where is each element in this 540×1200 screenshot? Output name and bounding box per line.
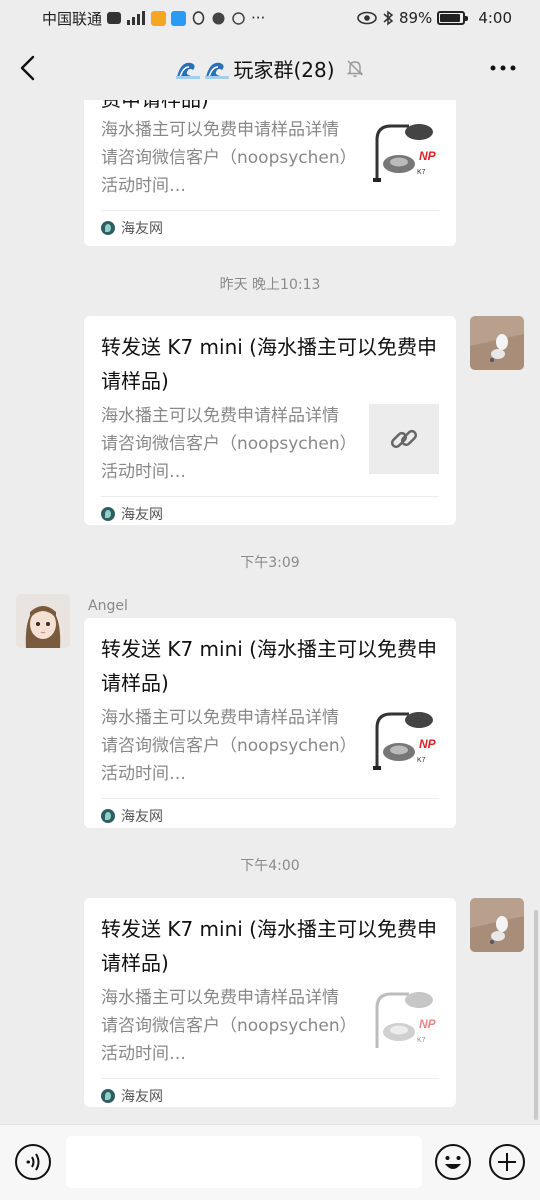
product-thumbnail: NP K7 — [373, 712, 437, 770]
link-card[interactable]: 转发送 K7 mini (海水播主可以免费申请样品) 海水播主可以免费申请样品详… — [84, 618, 456, 828]
model-mark: K7 — [417, 169, 426, 176]
chevron-left-icon[interactable] — [14, 52, 46, 84]
plus-icon[interactable] — [488, 1143, 526, 1181]
product-thumbnail: NP K7 — [375, 992, 437, 1048]
scrollbar[interactable] — [534, 910, 538, 1120]
signal-icon — [127, 11, 146, 25]
battery-icon — [437, 11, 469, 25]
card-footer: 海友网 — [101, 1078, 439, 1112]
my-avatar[interactable] — [470, 316, 524, 370]
app-notify-icon — [151, 10, 167, 26]
battery-percent: 89% — [398, 9, 433, 27]
card-desc: 海水播主可以免费申请样品详情请咨询微信客户（noopsychen）活动时间… — [101, 406, 349, 482]
brand-mark: NP — [419, 1017, 437, 1031]
bell-off-icon — [346, 60, 363, 77]
link-card[interactable]: 费申请样品) 海水播主可以免费申请样品详情请咨询微信客户（noopsychen）… — [84, 100, 456, 246]
voice-icon[interactable] — [14, 1143, 52, 1181]
card-source: 海友网 — [121, 506, 163, 523]
timestamp: 下午4:00 — [240, 858, 300, 874]
card-body: 海水播主可以免费申请样品详情请咨询微信客户（noopsychen）活动时间… N… — [101, 704, 439, 788]
chat-title[interactable]: 玩家群(28) — [175, 54, 364, 83]
clock: 4:00 — [478, 9, 512, 27]
emoji-icon[interactable] — [434, 1143, 472, 1181]
eye-icon — [357, 11, 377, 25]
card-footer: 海友网 — [101, 798, 439, 832]
cube-icon — [212, 12, 225, 24]
carrier-label: 中国联通 — [42, 9, 103, 28]
search-app-icon — [171, 10, 187, 26]
link-thumbnail — [369, 404, 439, 474]
link-card[interactable]: 转发送 K7 mini (海水播主可以免费申请样品) 海水播主可以免费申请样品详… — [84, 316, 456, 525]
source-icon — [101, 220, 115, 235]
model-mark: K7 — [417, 1037, 426, 1044]
wave-emoji-icon — [176, 62, 201, 79]
source-icon — [101, 808, 115, 823]
wave-emoji-icon — [205, 62, 230, 79]
hd-icon — [107, 12, 122, 24]
timestamp: 昨天 晚上10:13 — [219, 277, 321, 293]
my-avatar[interactable] — [470, 898, 524, 952]
chat-title-text: 玩家群(28) — [233, 57, 335, 82]
brand-mark: NP — [419, 737, 437, 751]
sender-avatar[interactable] — [16, 594, 70, 648]
source-icon — [101, 506, 115, 521]
chat-area[interactable]: 费申请样品) 海水播主可以免费申请样品详情请咨询微信客户（noopsychen）… — [0, 100, 540, 1124]
status-right: 89% 4:00 — [357, 9, 512, 27]
input-bar — [0, 1124, 540, 1200]
link-icon — [390, 429, 418, 449]
status-more: ··· — [251, 9, 266, 27]
source-icon — [101, 1088, 115, 1103]
model-mark: K7 — [417, 757, 426, 764]
timestamp: 下午3:09 — [240, 555, 300, 571]
brand-mark: NP — [419, 149, 437, 163]
card-footer: 海友网 — [101, 210, 439, 244]
more-dots-icon[interactable] — [488, 56, 518, 80]
link-card[interactable]: 转发送 K7 mini (海水播主可以免费申请样品) 海水播主可以免费申请样品详… — [84, 898, 456, 1107]
message-input[interactable] — [66, 1136, 422, 1188]
nav-bar: 玩家群(28) — [0, 36, 540, 100]
card-title: 转发送 K7 mini (海水播主可以免费申请样品) — [101, 637, 437, 695]
bluetooth-icon — [383, 10, 394, 26]
qq-icon — [192, 10, 205, 25]
card-desc: 海水播主可以免费申请样品详情请咨询微信客户（noopsychen）活动时间… — [101, 708, 349, 784]
card-source: 海友网 — [121, 220, 163, 237]
card-title: 转发送 K7 mini (海水播主可以免费申请样品) — [101, 917, 437, 975]
sender-name: Angel — [88, 598, 128, 614]
card-body: 海水播主可以免费申请样品详情请咨询微信客户（noopsychen）活动时间… N… — [101, 116, 439, 200]
card-title: 费申请样品) — [101, 100, 439, 114]
status-bar: 中国联通 ··· 89% 4:00 — [0, 0, 540, 36]
card-source: 海友网 — [121, 1088, 163, 1105]
status-left: 中国联通 ··· — [42, 8, 265, 29]
card-desc: 海水播主可以免费申请样品详情请咨询微信客户（noopsychen）活动时间… — [101, 120, 349, 196]
card-title: 转发送 K7 mini (海水播主可以免费申请样品) — [101, 335, 437, 393]
card-footer: 海友网 — [101, 496, 439, 530]
card-desc: 海水播主可以免费申请样品详情请咨询微信客户（noopsychen）活动时间… — [101, 988, 349, 1064]
card-body: 海水播主可以免费申请样品详情请咨询微信客户（noopsychen）活动时间… N… — [101, 984, 439, 1068]
card-source: 海友网 — [121, 808, 163, 825]
card-body: 海水播主可以免费申请样品详情请咨询微信客户（noopsychen）活动时间… — [101, 402, 439, 486]
circle-icon — [232, 11, 245, 25]
product-thumbnail: NP K7 — [373, 124, 437, 182]
